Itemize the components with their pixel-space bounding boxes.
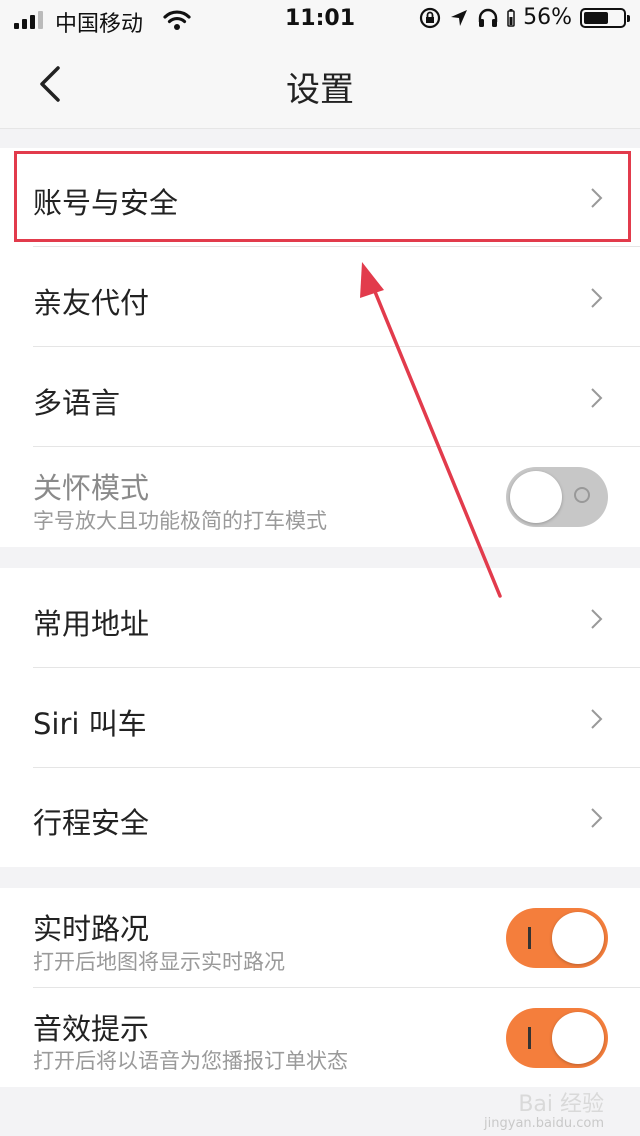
watermark-subtext: jingyan.baidu.com <box>484 1116 604 1131</box>
toggle-knob <box>552 912 604 964</box>
live-traffic-toggle[interactable] <box>506 908 608 968</box>
settings-item-label: 亲友代付 <box>33 286 150 320</box>
settings-item-label: 行程安全 <box>33 806 150 840</box>
battery-small-icon <box>507 8 515 27</box>
settings-item-label: 音效提示 <box>33 1012 150 1046</box>
settings-item-family-pay[interactable]: 亲友代付 <box>0 247 640 347</box>
settings-item-sound-prompt: 音效提示 打开后将以语音为您播报订单状态 <box>0 988 640 1087</box>
toggle-knob <box>552 1012 604 1064</box>
chevron-right-icon <box>591 188 603 208</box>
toggle-knob <box>510 471 562 523</box>
settings-item-subtitle: 打开后将以语音为您播报订单状态 <box>33 1049 348 1073</box>
settings-group-travel: 常用地址 Siri 叫车 行程安全 <box>0 568 640 867</box>
settings-item-siri[interactable]: Siri 叫车 <box>0 668 640 768</box>
settings-group-account: 账号与安全 亲友代付 多语言 关怀模式 字号放大且功能极简的打车模式 <box>0 148 640 547</box>
settings-group-map: 实时路况 打开后地图将显示实时路况 音效提示 打开后将以语音为您播报订单状态 <box>0 888 640 1087</box>
chevron-right-icon <box>591 288 603 308</box>
status-bar: 中国移动 11:01 56% <box>0 0 640 40</box>
settings-item-label: 常用地址 <box>33 607 150 641</box>
settings-item-trip-safety[interactable]: 行程安全 <box>0 768 640 867</box>
settings-item-label: 多语言 <box>33 386 121 420</box>
watermark: Bai 经验 jingyan.baidu.com <box>484 1086 604 1131</box>
headphones-icon <box>478 8 498 27</box>
settings-item-label: 关怀模式 <box>33 471 150 505</box>
settings-item-account-security[interactable]: 账号与安全 <box>0 148 640 247</box>
orientation-lock-icon <box>419 7 441 28</box>
battery-icon <box>580 7 630 28</box>
chevron-right-icon <box>591 808 603 828</box>
settings-item-subtitle: 打开后地图将显示实时路况 <box>33 950 285 974</box>
settings-item-language[interactable]: 多语言 <box>0 347 640 447</box>
page-title: 设置 <box>286 70 354 110</box>
settings-item-subtitle: 字号放大且功能极简的打车模式 <box>33 509 327 533</box>
settings-item-common-addresses[interactable]: 常用地址 <box>0 568 640 668</box>
settings-item-care-mode: 关怀模式 字号放大且功能极简的打车模式 <box>0 447 640 547</box>
location-icon <box>451 9 468 26</box>
sound-prompt-toggle[interactable] <box>506 1008 608 1068</box>
settings-item-label: 账号与安全 <box>33 186 179 220</box>
settings-item-label: Siri 叫车 <box>33 707 147 741</box>
battery-percent: 56% <box>523 5 572 30</box>
chevron-right-icon <box>591 609 603 629</box>
care-mode-toggle[interactable] <box>506 467 608 527</box>
chevron-right-icon <box>591 388 603 408</box>
settings-item-live-traffic: 实时路况 打开后地图将显示实时路况 <box>0 888 640 988</box>
chevron-right-icon <box>591 709 603 729</box>
settings-item-label: 实时路况 <box>33 912 150 946</box>
navigation-bar: 设置 <box>0 40 640 129</box>
watermark-text: Bai 经验 <box>518 1092 604 1117</box>
